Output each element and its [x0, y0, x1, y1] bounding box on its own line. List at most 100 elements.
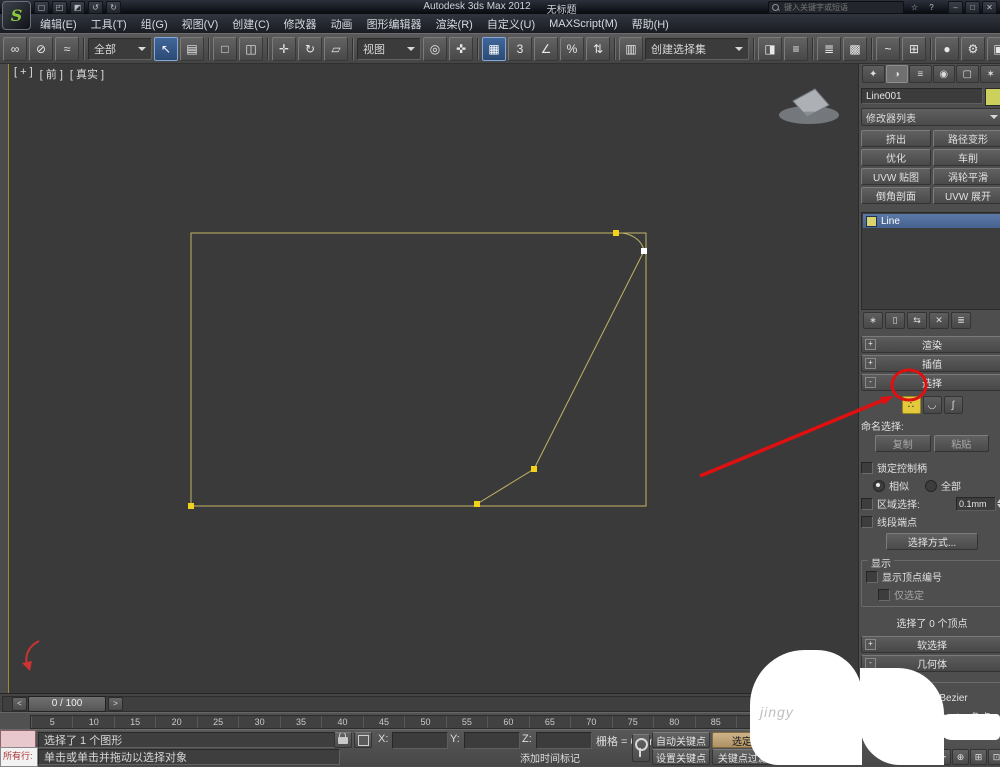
segment-subobject-icon[interactable]: ◡ — [923, 396, 942, 414]
undo-icon[interactable]: ↺ — [88, 1, 103, 14]
menu-customize[interactable]: 自定义(U) — [480, 14, 542, 34]
material-editor-icon[interactable]: ● — [935, 37, 959, 61]
select-by-name-icon[interactable]: ▤ — [180, 37, 204, 61]
spline-subobject-icon[interactable]: ∫ — [944, 396, 963, 414]
configure-modifier-sets-icon[interactable]: ≣ — [951, 312, 971, 329]
new-scene-icon[interactable]: ▢ — [34, 1, 49, 14]
lathe-button[interactable]: 车削 — [933, 149, 1000, 166]
select-object-icon[interactable]: ↖ — [154, 37, 178, 61]
maximize-viewport-icon[interactable]: ⊡ — [988, 749, 1000, 765]
align-icon[interactable]: ≡ — [784, 37, 808, 61]
viewport-menu-label[interactable]: [ + ] — [14, 66, 33, 82]
graphite-modeling-icon[interactable]: ▩ — [843, 37, 867, 61]
unlink-selection-icon[interactable]: ⊘ — [29, 37, 53, 61]
percent-snap-icon[interactable]: % — [560, 37, 584, 61]
zoom-icon[interactable]: ⊕ — [952, 749, 969, 765]
bind-to-space-warp-icon[interactable]: ≈ — [55, 37, 79, 61]
previous-frame-button[interactable]: < — [12, 697, 27, 711]
area-selection-checkbox[interactable] — [861, 498, 873, 510]
search-box[interactable] — [768, 1, 904, 14]
modifier-list-dropdown[interactable]: 修改器列表 — [861, 108, 1000, 126]
selected-only-checkbox[interactable] — [878, 589, 890, 601]
extrude-button[interactable]: 挤出 — [861, 130, 931, 147]
tab-display[interactable]: ▢ — [956, 65, 979, 83]
help-icon[interactable]: ? — [925, 2, 938, 13]
track-bar-ruler[interactable]: 5 10 15 20 25 30 35 40 45 50 55 60 65 70… — [30, 715, 820, 729]
menu-create[interactable]: 创建(C) — [225, 14, 276, 34]
maximize-icon[interactable]: □ — [965, 1, 980, 14]
application-menu-button[interactable]: S — [2, 1, 31, 30]
show-end-result-icon[interactable]: ▯ — [885, 312, 905, 329]
favorites-icon[interactable]: ☆ — [908, 2, 921, 13]
viewport-shading-label[interactable]: [ 真实 ] — [70, 66, 104, 82]
time-slider[interactable]: < 0 / 100 > — [0, 693, 858, 713]
remove-modifier-icon[interactable]: ✕ — [929, 312, 949, 329]
search-input[interactable] — [782, 2, 886, 13]
make-unique-icon[interactable]: ⇆ — [907, 312, 927, 329]
layer-manager-icon[interactable]: ≣ — [817, 37, 841, 61]
turbosmooth-button[interactable]: 涡轮平滑 — [933, 168, 1000, 185]
maxscript-mini-listener[interactable]: 所有行: — [0, 747, 38, 767]
optimize-button[interactable]: 优化 — [861, 149, 931, 166]
rectangular-selection-region-icon[interactable]: □ — [213, 37, 237, 61]
mirror-icon[interactable]: ◨ — [758, 37, 782, 61]
schematic-view-icon[interactable]: ⊞ — [902, 37, 926, 61]
select-by-button[interactable]: 选择方式... — [886, 533, 978, 550]
tab-create[interactable]: ✦ — [862, 65, 885, 83]
front-viewport[interactable]: [ + ] [ 前 ] [ 真实 ] — [8, 62, 859, 695]
unwrap-uvw-button[interactable]: UVW 展开 — [933, 187, 1000, 204]
select-and-scale-icon[interactable]: ▱ — [324, 37, 348, 61]
menu-animation[interactable]: 动画 — [324, 14, 360, 34]
menu-tools[interactable]: 工具(T) — [84, 14, 134, 34]
vertex-subobject-icon[interactable]: ∴ — [902, 396, 921, 414]
selection-filter-dropdown[interactable]: 全部 — [88, 38, 152, 60]
edit-named-selection-sets-icon[interactable]: ▥ — [619, 37, 643, 61]
menu-graph-editors[interactable]: 图形编辑器 — [360, 14, 429, 34]
absolute-mode-toggle[interactable] — [354, 732, 372, 748]
tab-utilities[interactable]: ✶ — [980, 65, 1000, 83]
zoom-extents-icon[interactable]: ⊞ — [970, 749, 987, 765]
show-vertex-numbers-checkbox[interactable] — [866, 571, 878, 583]
redo-icon[interactable]: ↻ — [106, 1, 121, 14]
object-color-swatch[interactable] — [985, 88, 1000, 106]
snap-toggle-icon[interactable]: 3 — [508, 37, 532, 61]
next-frame-button[interactable]: > — [108, 697, 123, 711]
menu-views[interactable]: 视图(V) — [175, 14, 226, 34]
spinner-snap-icon[interactable]: ⇅ — [586, 37, 610, 61]
similar-radio[interactable] — [873, 480, 885, 492]
save-file-icon[interactable]: ◩ — [70, 1, 85, 14]
bevel-profile-button[interactable]: 倒角剖面 — [861, 187, 931, 204]
use-pivot-point-center-icon[interactable]: ◎ — [423, 37, 447, 61]
angle-snap-icon[interactable]: ∠ — [534, 37, 558, 61]
rollout-soft-selection[interactable]: + 软选择 — [861, 636, 1000, 653]
menu-group[interactable]: 组(G) — [134, 14, 175, 34]
menu-modifiers[interactable]: 修改器 — [277, 14, 324, 34]
modifier-stack[interactable]: Line — [861, 212, 1000, 310]
keyboard-shortcut-override-icon[interactable]: ▦ — [482, 37, 506, 61]
menu-maxscript[interactable]: MAXScript(M) — [542, 16, 624, 32]
time-tag-button[interactable]: 添加时间标记 — [520, 750, 580, 765]
paste-button[interactable]: 粘贴 — [934, 435, 990, 452]
named-selection-sets-dropdown[interactable]: 创建选择集 — [645, 38, 749, 60]
rollout-selection[interactable]: - 选择 — [861, 374, 1000, 391]
reference-coordinate-dropdown[interactable]: 视图 — [357, 38, 421, 60]
rendered-frame-icon[interactable]: ▣ — [987, 37, 1000, 61]
minimize-icon[interactable]: – — [948, 1, 963, 14]
segment-end-checkbox[interactable] — [861, 516, 873, 528]
curve-editor-icon[interactable]: ~ — [876, 37, 900, 61]
select-and-move-icon[interactable]: ✛ — [272, 37, 296, 61]
uvw-map-button[interactable]: UVW 贴图 — [861, 168, 931, 185]
tab-motion[interactable]: ◉ — [933, 65, 956, 83]
render-setup-icon[interactable]: ⚙ — [961, 37, 985, 61]
z-coordinate-input[interactable] — [536, 732, 592, 749]
all-radio[interactable] — [925, 480, 937, 492]
auto-key-button[interactable]: 自动关键点 — [652, 732, 710, 748]
close-icon[interactable]: ✕ — [982, 1, 997, 14]
selection-lock-toggle[interactable] — [334, 732, 352, 748]
y-coordinate-input[interactable] — [464, 732, 520, 749]
menu-help[interactable]: 帮助(H) — [625, 14, 676, 34]
rollout-render[interactable]: + 渲染 — [861, 336, 1000, 353]
rollout-interpolation[interactable]: + 插值 — [861, 355, 1000, 372]
modifier-stack-item-line[interactable]: Line — [863, 214, 1000, 228]
select-and-link-icon[interactable]: ∞ — [3, 37, 27, 61]
